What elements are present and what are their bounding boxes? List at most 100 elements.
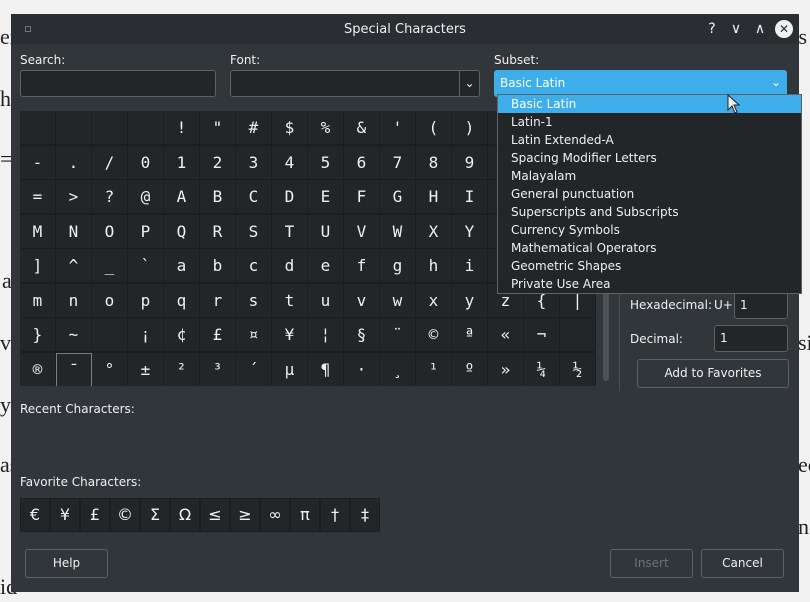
char-cell[interactable]: $ [272, 111, 308, 145]
char-cell[interactable]: " [200, 111, 236, 145]
chevron-down-icon[interactable]: ⌄ [459, 71, 479, 96]
char-cell[interactable]: 7 [380, 145, 416, 180]
chevron-down-icon[interactable]: ⌄ [771, 75, 781, 89]
help-button[interactable]: Help [25, 549, 108, 578]
char-cell[interactable]: a [164, 249, 200, 283]
char-cell[interactable]: p [128, 283, 164, 318]
char-cell[interactable]: b [200, 249, 236, 283]
char-cell[interactable]: ~ [56, 318, 92, 352]
char-cell[interactable]: O [92, 214, 128, 249]
favorite-char-cell[interactable]: ≤ [200, 498, 230, 532]
char-cell[interactable] [128, 111, 164, 145]
char-cell[interactable]: - [20, 145, 56, 180]
close-icon[interactable]: ✕ [775, 20, 793, 38]
char-cell[interactable]: M [20, 214, 56, 249]
search-input[interactable] [20, 70, 216, 97]
hexadecimal-input[interactable]: 1 [734, 292, 788, 319]
char-cell[interactable]: h [416, 249, 452, 283]
char-cell[interactable]: 6 [344, 145, 380, 180]
char-cell[interactable]: E [308, 180, 344, 214]
char-cell[interactable]: } [20, 318, 56, 352]
favorite-char-cell[interactable]: ∞ [260, 498, 290, 532]
char-cell[interactable]: = [20, 180, 56, 214]
favorite-char-cell[interactable]: £ [80, 498, 110, 532]
char-cell[interactable]: T [272, 214, 308, 249]
char-cell[interactable]: g [380, 249, 416, 283]
char-cell[interactable]: ¢ [164, 318, 200, 352]
char-cell[interactable]: ¹ [416, 352, 452, 386]
minimize-icon[interactable]: ∨ [727, 20, 745, 38]
char-cell[interactable]: § [344, 318, 380, 352]
char-cell[interactable]: ¦ [308, 318, 344, 352]
help-icon[interactable]: ? [703, 20, 721, 38]
subset-option[interactable]: Superscripts and Subscripts [498, 203, 801, 221]
char-cell[interactable]: U [308, 214, 344, 249]
char-cell[interactable]: c [236, 249, 272, 283]
char-cell[interactable]: _ [92, 249, 128, 283]
char-cell[interactable]: ¥ [272, 318, 308, 352]
char-cell[interactable]: q [164, 283, 200, 318]
insert-button[interactable]: Insert [610, 549, 693, 578]
char-cell[interactable]: ± [128, 352, 164, 386]
char-cell[interactable] [56, 111, 92, 145]
favorite-char-cell[interactable]: ¥ [50, 498, 80, 532]
char-cell[interactable] [560, 318, 596, 352]
subset-combo[interactable]: Basic Latin ⌄ [494, 70, 787, 97]
char-cell[interactable]: 5 [308, 145, 344, 180]
char-cell[interactable]: s [236, 283, 272, 318]
char-cell[interactable]: x [416, 283, 452, 318]
char-cell[interactable]: « [488, 318, 524, 352]
char-cell[interactable]: d [272, 249, 308, 283]
char-cell[interactable]: ^ [56, 249, 92, 283]
char-cell[interactable]: ´ [236, 352, 272, 386]
char-cell[interactable]: 9 [452, 145, 488, 180]
char-cell[interactable]: ¯ [56, 352, 92, 386]
char-cell[interactable]: ® [20, 352, 56, 386]
char-cell[interactable] [92, 318, 128, 352]
cancel-button[interactable]: Cancel [701, 549, 784, 578]
char-cell[interactable]: W [380, 214, 416, 249]
add-to-favorites-button[interactable]: Add to Favorites [637, 359, 789, 388]
char-cell[interactable]: ¨ [380, 318, 416, 352]
char-cell[interactable]: ! [164, 111, 200, 145]
char-cell[interactable]: ³ [200, 352, 236, 386]
char-cell[interactable]: m [20, 283, 56, 318]
maximize-icon[interactable]: ∧ [751, 20, 769, 38]
char-cell[interactable]: ² [164, 352, 200, 386]
char-cell[interactable]: ? [92, 180, 128, 214]
subset-option[interactable]: Currency Symbols [498, 221, 801, 239]
char-cell[interactable]: ¬ [524, 318, 560, 352]
char-cell[interactable]: µ [272, 352, 308, 386]
char-cell[interactable]: 8 [416, 145, 452, 180]
char-cell[interactable]: 0 [128, 145, 164, 180]
font-combo[interactable]: ⌄ [230, 70, 480, 97]
subset-dropdown-list[interactable]: Basic Latin Latin-1 Latin Extended-A Spacin… [497, 94, 802, 294]
char-cell[interactable]: # [236, 111, 272, 145]
char-cell[interactable]: % [308, 111, 344, 145]
char-cell[interactable]: H [416, 180, 452, 214]
favorite-char-cell[interactable]: € [20, 498, 50, 532]
char-cell[interactable]: ¤ [236, 318, 272, 352]
char-cell[interactable]: w [380, 283, 416, 318]
subset-option[interactable]: Mathematical Operators [498, 239, 801, 257]
char-cell[interactable]: / [92, 145, 128, 180]
char-cell[interactable]: r [200, 283, 236, 318]
subset-option[interactable]: Malayalam [498, 167, 801, 185]
favorite-char-cell[interactable]: Ω [170, 498, 200, 532]
char-cell[interactable]: C [236, 180, 272, 214]
char-cell[interactable]: G [380, 180, 416, 214]
subset-option[interactable]: Spacing Modifier Letters [498, 149, 801, 167]
char-cell[interactable]: u [308, 283, 344, 318]
char-cell[interactable]: Q [164, 214, 200, 249]
char-cell[interactable]: ª [452, 318, 488, 352]
char-cell[interactable]: 3 [236, 145, 272, 180]
char-cell[interactable]: R [200, 214, 236, 249]
decimal-input[interactable]: 1 [714, 325, 788, 352]
favorite-char-cell[interactable]: † [320, 498, 350, 532]
char-cell[interactable]: ` [128, 249, 164, 283]
char-cell[interactable]: ¡ [128, 318, 164, 352]
char-cell[interactable]: 2 [200, 145, 236, 180]
char-cell[interactable]: f [344, 249, 380, 283]
char-cell[interactable]: ¸ [380, 352, 416, 386]
subset-option[interactable]: Private Use Area [498, 275, 801, 293]
